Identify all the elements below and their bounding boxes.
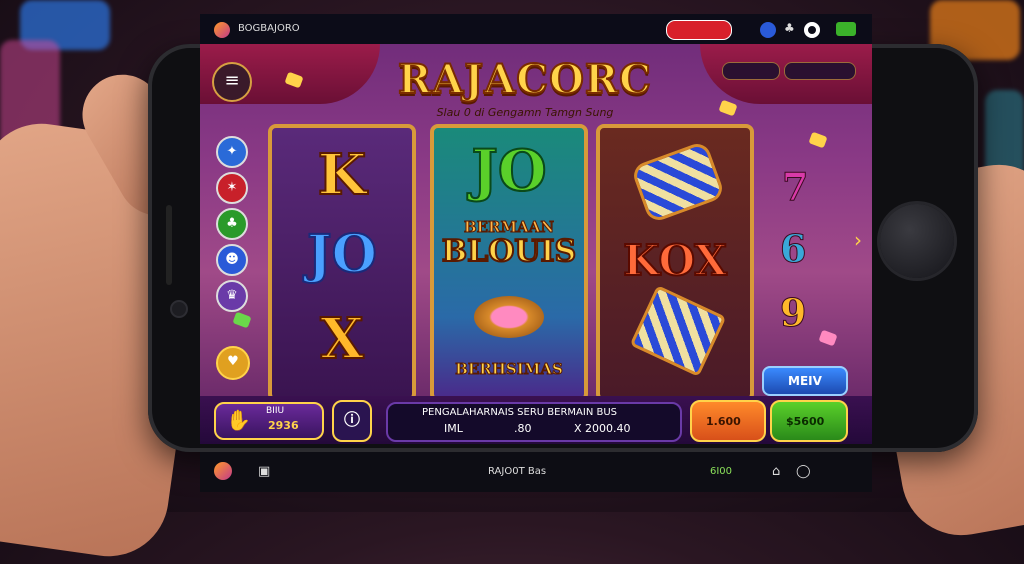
- gem-decoration: [718, 99, 738, 117]
- orange-button[interactable]: 1.600: [690, 400, 766, 442]
- app-circle-icon[interactable]: [214, 462, 232, 480]
- message-panel: PENGALAHARNAIS SERU BERMAIN BUS IML .80 …: [386, 402, 682, 442]
- green-button-value: $5600: [786, 415, 825, 428]
- bet-value: 2936: [268, 419, 299, 432]
- reel-symbol-kox: KOX: [622, 235, 728, 286]
- reel-left: K JO X: [268, 124, 416, 402]
- coin-stack-icon: [474, 296, 544, 338]
- reel-symbol-x: X: [319, 305, 364, 373]
- game-subtitle: Slau 0 di Gengamn Tamgn Sung: [436, 106, 614, 119]
- top-pill-right[interactable]: [784, 62, 856, 80]
- message-text: PENGALAHARNAIS SERU BERMAIN BUS: [422, 407, 618, 418]
- cards-icon[interactable]: ♣: [784, 21, 795, 35]
- menu-small-button[interactable]: MEIV: [762, 366, 848, 396]
- bird-icon[interactable]: ✦: [216, 136, 248, 168]
- side-number-6: 6: [779, 226, 807, 272]
- stat-right: X 2000.40: [574, 422, 631, 435]
- circle-icon[interactable]: ◯: [796, 464, 811, 479]
- gem-decoration: [808, 131, 828, 149]
- reel-right: KOX: [596, 124, 754, 402]
- bet-label: BIIU: [266, 406, 285, 416]
- crown-icon[interactable]: ♛: [216, 280, 248, 312]
- nav-right-label: 6I00: [710, 466, 733, 477]
- stat-mid: .80: [514, 422, 532, 435]
- bet-panel[interactable]: ✋ BIIU 2936: [214, 402, 324, 440]
- bottom-bar: ✋ BIIU 2936 ⓘ PENGALAHARNAIS SERU BERMAI…: [200, 396, 872, 444]
- settings-icon[interactable]: [804, 22, 820, 38]
- nav-center-label: RAJO0T Bas: [488, 466, 547, 477]
- reel-text-berhsimas: BERHSIMAS: [455, 360, 564, 379]
- crab-icon[interactable]: ✶: [216, 172, 248, 204]
- menu-button[interactable]: ≡: [212, 62, 252, 102]
- reel-symbol-jo: JO: [306, 223, 378, 286]
- side-number-9: 9: [779, 290, 807, 336]
- green-button[interactable]: $5600: [770, 400, 848, 442]
- mask-icon[interactable]: ☻: [216, 244, 248, 276]
- gem-decoration: [818, 329, 838, 347]
- chevron-right-icon[interactable]: ›: [854, 228, 862, 252]
- side-number-7: 7: [781, 164, 809, 210]
- reel-text-blouis: BLOUIS: [441, 233, 577, 270]
- phone-home-button[interactable]: [880, 204, 954, 278]
- clover-icon[interactable]: ♣: [216, 208, 248, 240]
- game-screen: ‹ BOGBAJORO ♣ ≡ RAJACORC Slau 0 di Genga…: [200, 14, 872, 444]
- status-pill[interactable]: [666, 20, 732, 40]
- lock-icon[interactable]: ▣: [258, 464, 270, 479]
- home-icon[interactable]: ⌂: [772, 464, 780, 479]
- heart-icon[interactable]: ♥: [216, 346, 250, 380]
- game-title: RAJACORC: [397, 55, 652, 104]
- reel-center: JO BERMAAN BLOUIS BERHSIMAS: [430, 124, 588, 402]
- battery-icon: [836, 22, 856, 36]
- orange-button-value: 1.600: [706, 415, 741, 428]
- thumbs-up-icon: ✋: [226, 408, 251, 432]
- treasure-book-icon: [629, 285, 727, 377]
- stat-left: IML: [444, 422, 463, 435]
- top-pill-left[interactable]: [722, 62, 780, 80]
- phone-side-button: [166, 205, 172, 285]
- reel-symbol-k: K: [317, 141, 368, 209]
- gem-decoration: [232, 311, 252, 329]
- top-bar: ‹ BOGBAJORO ♣: [200, 14, 872, 44]
- hat-icon[interactable]: [760, 22, 776, 38]
- app-name: BOGBAJORO: [238, 23, 300, 34]
- reel-symbol-jo-green: JO: [470, 137, 547, 205]
- treasure-box-icon: [630, 140, 726, 224]
- app-logo-icon: [214, 22, 230, 38]
- info-button[interactable]: ⓘ: [332, 400, 372, 442]
- phone-camera: [170, 300, 188, 318]
- navigation-bar: ▣ RAJO0T Bas 6I00 ⌂ ◯: [200, 452, 872, 492]
